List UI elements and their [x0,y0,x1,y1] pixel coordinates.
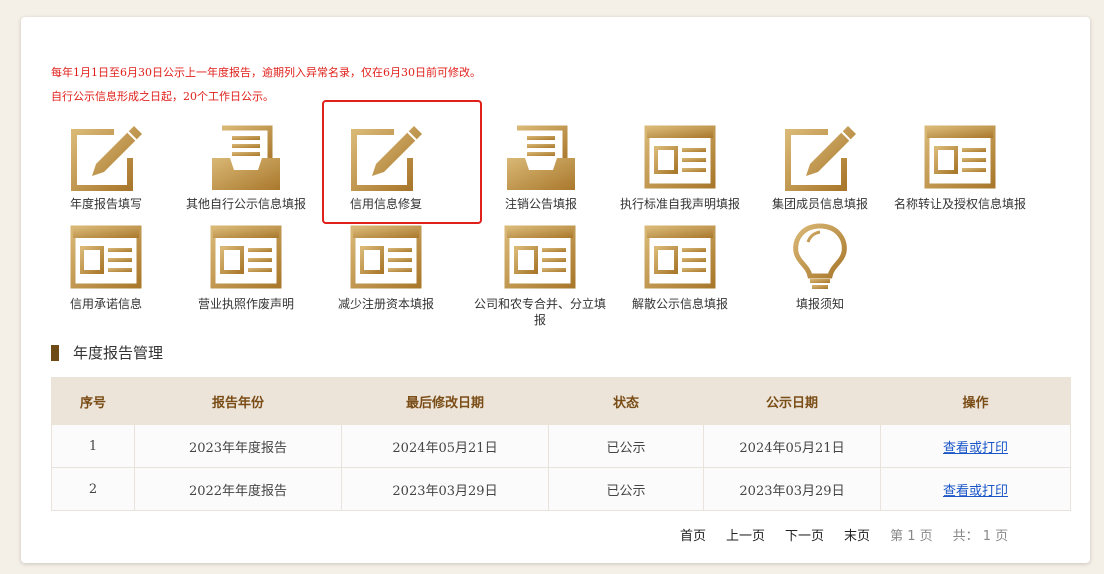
edit-icon [68,122,144,194]
tile-other-disclosure[interactable]: 其他自行公示信息填报 [176,122,316,212]
cell-report-year: 2023年年度报告 [134,424,342,468]
last-page-button[interactable]: 末页 [844,525,870,544]
cell-last-modified: 2024年05月21日 [341,424,549,468]
cell-last-modified: 2023年03月29日 [341,467,549,511]
cell-status: 已公示 [548,424,704,468]
table-header-row: 序号 报告年份 最后修改日期 状态 公示日期 操作 [51,377,1071,425]
notice-line-1: 每年1月1日至6月30日公示上一年度报告，逾期列入异常名录，仅在6月30日前可修… [51,66,481,79]
tile-label: 注销公告填报 [504,197,577,211]
tile-merger-split[interactable]: 公司和农专合并、分立填报 [470,222,610,328]
lightbulb-icon [782,222,858,294]
view-print-link[interactable]: 查看或打印 [880,467,1071,511]
tile-label: 集团成员信息填报 [771,197,868,211]
cell-publish-date: 2024年05月21日 [703,424,881,468]
form-icon [208,222,284,294]
tile-annual-report[interactable]: 年度报告填写 [36,122,176,212]
prev-page-button[interactable]: 上一页 [726,525,765,544]
total-pages: 共： 1 页 [952,529,1009,544]
form-icon [348,222,424,294]
tile-label: 公司和农专合并、分立填报 [473,297,606,327]
form-icon [922,122,998,194]
table-row: 2 2022年年度报告 2023年03月29日 已公示 2023年03月29日 … [51,467,1071,511]
view-print-link[interactable]: 查看或打印 [880,424,1071,468]
tile-label: 解散公示信息填报 [631,297,728,311]
edit-icon [782,122,858,194]
cell-report-year: 2022年年度报告 [134,467,342,511]
cell-status: 已公示 [548,467,704,511]
tile-credit-commitment[interactable]: 信用承诺信息 [36,222,176,312]
form-icon [642,222,718,294]
form-icon [68,222,144,294]
col-header: 报告年份 [134,377,342,425]
tile-label: 营业执照作废声明 [197,297,294,311]
tile-label: 填报须知 [795,297,844,311]
tile-label: 年度报告填写 [69,197,142,211]
form-icon [502,222,578,294]
selection-highlight [322,100,482,224]
first-page-button[interactable]: 首页 [680,525,706,544]
cell-publish-date: 2023年03月29日 [703,467,881,511]
tile-capital-reduction[interactable]: 减少注册资本填报 [316,222,456,312]
main-card: 每年1月1日至6月30日公示上一年度报告，逾期列入异常名录，仅在6月30日前可修… [21,17,1090,563]
pagination: 首页 上一页 下一页 末页 第 1 页 共： 1 页 [680,525,1008,544]
cell-index: 1 [51,424,135,468]
col-header: 最后修改日期 [341,377,549,425]
tile-name-transfer[interactable]: 名称转让及授权信息填报 [885,122,1035,212]
tile-group-members[interactable]: 集团成员信息填报 [750,122,890,212]
col-header: 公示日期 [703,377,881,425]
section-marker [51,344,59,361]
section-title: 年度报告管理 [51,342,163,363]
tile-label: 减少注册资本填报 [337,297,434,311]
form-icon [642,122,718,194]
tile-label: 其他自行公示信息填报 [185,197,306,211]
inbox-icon [208,122,284,194]
cell-index: 2 [51,467,135,511]
tile-label: 信用承诺信息 [69,297,142,311]
tile-label: 执行标准自我声明填报 [619,197,740,211]
table-row: 1 2023年年度报告 2024年05月21日 已公示 2024年05月21日 … [51,424,1071,468]
col-header: 序号 [51,377,135,425]
annual-report-table: 序号 报告年份 最后修改日期 状态 公示日期 操作 1 2023年年度报告 20… [51,377,1071,511]
tile-standard-declaration[interactable]: 执行标准自我声明填报 [610,122,750,212]
section-title-text: 年度报告管理 [73,344,164,362]
tile-deregistration-notice[interactable]: 注销公告填报 [471,122,611,212]
next-page-button[interactable]: 下一页 [785,525,824,544]
tile-filing-guide[interactable]: 填报须知 [750,222,890,312]
col-header: 状态 [548,377,704,425]
col-header: 操作 [880,377,1071,425]
inbox-icon [503,122,579,194]
tile-dissolution[interactable]: 解散公示信息填报 [610,222,750,312]
notice-line-2: 自行公示信息形成之日起，20个工作日公示。 [51,90,274,103]
tile-license-void[interactable]: 营业执照作废声明 [176,222,316,312]
current-page: 第 1 页 [890,529,933,544]
tile-label: 名称转让及授权信息填报 [893,197,1026,211]
